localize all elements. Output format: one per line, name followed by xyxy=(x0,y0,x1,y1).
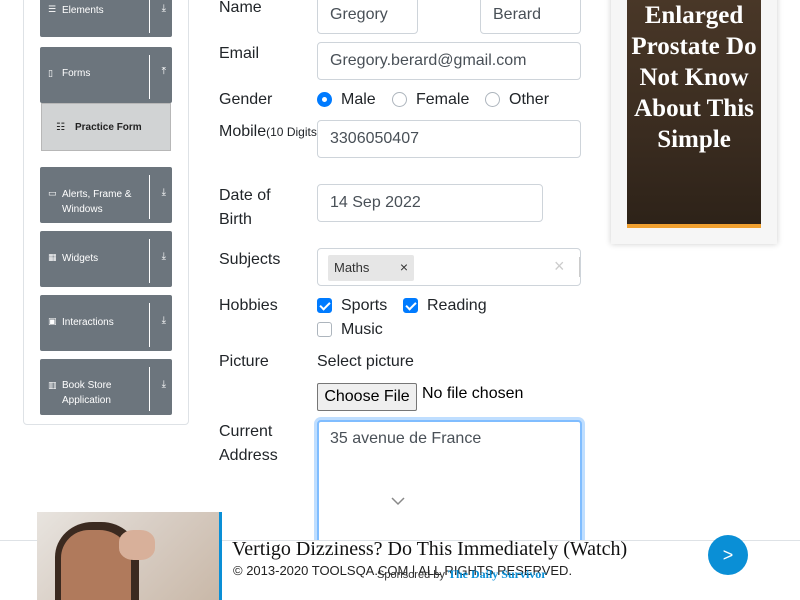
page: ☰ Elements ⤓ ▯ Forms ⤒ ☷ Practice Form ▭… xyxy=(0,0,800,600)
gender-female-label[interactable]: Female xyxy=(416,90,469,110)
bottom-ad-banner[interactable]: Vertigo Dizziness? Do This Immediately (… xyxy=(37,512,800,600)
gender-label: Gender xyxy=(219,91,273,108)
sidebar: ☰ Elements ⤓ ▯ Forms ⤒ ☷ Practice Form ▭… xyxy=(23,0,189,425)
email-input[interactable]: Gregory.berard@gmail.com xyxy=(317,42,581,80)
ad-sponsor-line: Sponsored by The Daily Survivor xyxy=(377,567,547,582)
hobby-sports-checkbox[interactable] xyxy=(317,298,332,313)
mobile-label: Mobile(10 Digits) xyxy=(219,120,321,144)
gender-other-radio[interactable] xyxy=(485,92,500,107)
collapse-icon: ⤒ xyxy=(161,66,166,77)
gender-female-radio[interactable] xyxy=(392,92,407,107)
sidebar-group-elements[interactable]: ☰ Elements ⤓ xyxy=(40,0,172,37)
sidebar-group-forms[interactable]: ▯ Forms ⤒ xyxy=(40,47,172,103)
hobby-reading-label[interactable]: Reading xyxy=(427,296,487,316)
gender-male-label[interactable]: Male xyxy=(341,90,376,110)
gender-other-label[interactable]: Other xyxy=(509,90,549,110)
address-label-line1: Current xyxy=(219,423,273,440)
address-label-line2: Address xyxy=(219,447,278,464)
form-list-icon: ☷ xyxy=(56,122,65,133)
expand-icon: ⤓ xyxy=(161,187,166,198)
sidebar-group-label: Book Store Application xyxy=(62,380,112,406)
last-name-input[interactable]: Berard xyxy=(480,0,581,34)
hobbies-label: Hobbies xyxy=(219,297,278,314)
sidebar-group-label: Alerts, Frame & Windows xyxy=(62,189,132,215)
ad-accent-line xyxy=(219,512,222,600)
divider xyxy=(579,257,580,277)
expand-icon: ⤓ xyxy=(161,379,166,390)
subjects-input[interactable]: Maths × × xyxy=(317,248,581,286)
sidebar-group-book-store[interactable]: ▥ Book Store Application ⤓ xyxy=(40,359,172,415)
sidebar-group-widgets[interactable]: ▦ Widgets ⤓ xyxy=(40,231,172,287)
divider xyxy=(149,367,150,411)
expand-icon: ⤓ xyxy=(161,3,166,14)
chevron-down-icon[interactable] xyxy=(390,493,406,509)
file-status-text: No file chosen xyxy=(422,385,524,402)
sponsored-by-text: Sponsored by xyxy=(377,569,445,581)
divider xyxy=(149,175,150,219)
divider xyxy=(149,303,150,347)
sidebar-item-label: Practice Form xyxy=(75,122,142,133)
form-icon: ▯ xyxy=(48,68,53,78)
sidebar-group-label: Forms xyxy=(62,68,91,79)
ad-accent-bar xyxy=(627,224,761,228)
window-icon: ▭ xyxy=(48,188,57,198)
picture-label: Picture xyxy=(219,353,269,370)
expand-icon: ⤓ xyxy=(161,251,166,262)
sidebar-group-interactions[interactable]: ▣ Interactions ⤓ xyxy=(40,295,172,351)
chart-icon: ▥ xyxy=(48,380,57,390)
sidebar-item-practice-form[interactable]: ☷ Practice Form xyxy=(41,103,171,151)
mobile-label-text: Mobile xyxy=(219,123,267,140)
remove-chip-icon[interactable]: × xyxy=(400,259,408,275)
ad-image: Enlarged Prostate Do Not Know About This… xyxy=(627,0,761,228)
hobby-music-label[interactable]: Music xyxy=(341,320,383,340)
ad-photo xyxy=(37,512,219,600)
select-picture-label: Select picture xyxy=(317,353,414,370)
expand-icon: ⤓ xyxy=(161,315,166,326)
divider xyxy=(149,0,150,33)
dob-label-line2: Birth xyxy=(219,211,252,228)
sidebar-ad[interactable]: Enlarged Prostate Do Not Know About This… xyxy=(611,0,777,244)
ad-title[interactable]: Vertigo Dizziness? Do This Immediately (… xyxy=(232,538,627,561)
list-icon: ☰ xyxy=(48,4,57,14)
subject-chip: Maths × xyxy=(328,255,414,281)
hobby-reading-checkbox[interactable] xyxy=(403,298,418,313)
interactions-icon: ▣ xyxy=(48,316,57,326)
mobile-input[interactable]: 3306050407 xyxy=(317,120,581,158)
gender-male-radio[interactable] xyxy=(317,92,332,107)
hobby-music-checkbox[interactable] xyxy=(317,322,332,337)
name-label: Name xyxy=(219,0,262,16)
ad-headline: Enlarged Prostate Do Not Know About This… xyxy=(631,2,757,153)
mobile-hint: (10 Digits) xyxy=(266,125,321,139)
sponsor-name[interactable]: The Daily Survivor xyxy=(448,567,547,581)
clear-icon[interactable]: × xyxy=(554,256,565,277)
next-arrow-button[interactable]: > xyxy=(708,535,748,575)
email-label: Email xyxy=(219,45,260,62)
subjects-label: Subjects xyxy=(219,251,281,268)
sidebar-group-label: Widgets xyxy=(62,253,99,264)
first-name-input[interactable]: Gregory xyxy=(317,0,418,34)
sidebar-group-label: Interactions xyxy=(62,317,114,328)
sidebar-group-alerts[interactable]: ▭ Alerts, Frame & Windows ⤓ xyxy=(40,167,172,223)
hobby-sports-label[interactable]: Sports xyxy=(341,296,387,316)
ad-photo-hand xyxy=(119,530,155,560)
date-of-birth-input[interactable]: 14 Sep 2022 xyxy=(317,184,543,222)
sidebar-group-label: Elements xyxy=(62,5,104,16)
divider xyxy=(149,55,150,99)
widgets-icon: ▦ xyxy=(48,252,57,262)
divider xyxy=(149,239,150,283)
subject-chip-label: Maths xyxy=(334,260,370,275)
dob-label-line1: Date of xyxy=(219,187,271,204)
choose-file-button[interactable]: Choose File xyxy=(317,383,417,411)
